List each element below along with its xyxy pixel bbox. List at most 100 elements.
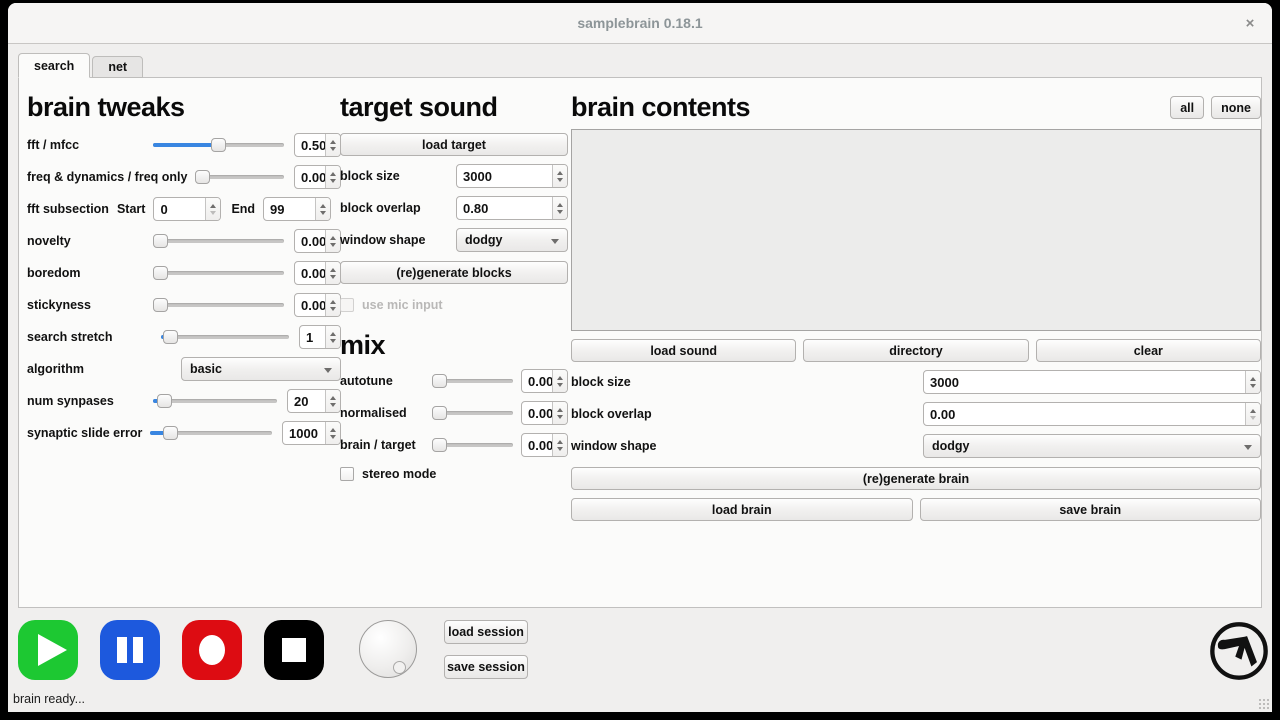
freq-dynamics-value[interactable]: 0.00 xyxy=(295,166,325,188)
spin-up-icon[interactable] xyxy=(1250,409,1256,413)
pause-button[interactable] xyxy=(100,620,160,680)
brain-block-size-spinbox[interactable]: 3000 xyxy=(923,370,1261,394)
fft-end-spinbox[interactable]: 99 xyxy=(263,197,331,221)
stickyness-spinbox[interactable]: 0.00 xyxy=(294,293,341,317)
spin-up-icon[interactable] xyxy=(557,171,563,175)
spin-up-icon[interactable] xyxy=(330,140,336,144)
spin-up-icon[interactable] xyxy=(320,204,326,208)
brain-block-overlap-spinbox[interactable]: 0.00 xyxy=(923,402,1261,426)
spin-buttons[interactable] xyxy=(205,198,220,220)
autotune-value[interactable]: 0.00 xyxy=(522,370,552,392)
target-block-overlap-value[interactable]: 0.80 xyxy=(457,197,552,219)
spin-down-icon[interactable] xyxy=(1250,416,1256,420)
tab-net[interactable]: net xyxy=(92,56,143,78)
algorithm-dropdown[interactable]: basic xyxy=(181,357,341,381)
brain-target-value[interactable]: 0.00 xyxy=(522,434,552,456)
tab-search[interactable]: search xyxy=(18,53,90,78)
brain-block-size-value[interactable]: 3000 xyxy=(924,371,1245,393)
spin-buttons[interactable] xyxy=(1245,371,1260,393)
slider-handle[interactable] xyxy=(432,438,447,452)
target-block-overlap-spinbox[interactable]: 0.80 xyxy=(456,196,568,220)
num-synpases-spinbox[interactable]: 20 xyxy=(287,389,341,413)
spin-up-icon[interactable] xyxy=(210,204,216,208)
spin-up-icon[interactable] xyxy=(330,236,336,240)
stickyness-value[interactable]: 0.00 xyxy=(295,294,325,316)
load-target-button[interactable]: load target xyxy=(340,133,568,156)
synaptic-slide-error-value[interactable]: 1000 xyxy=(283,422,325,444)
spin-buttons[interactable] xyxy=(325,422,340,444)
save-session-button[interactable]: save session xyxy=(444,655,528,679)
fft-mfcc-slider[interactable] xyxy=(153,137,284,153)
synaptic-slide-error-spinbox[interactable]: 1000 xyxy=(282,421,341,445)
spin-up-icon[interactable] xyxy=(557,440,563,444)
spin-down-icon[interactable] xyxy=(557,447,563,451)
spin-buttons[interactable] xyxy=(552,370,567,392)
autotune-spinbox[interactable]: 0.00 xyxy=(521,369,568,393)
fft-start-spinbox[interactable]: 0 xyxy=(153,197,221,221)
spin-down-icon[interactable] xyxy=(1250,384,1256,388)
brain-target-slider[interactable] xyxy=(432,437,513,453)
spin-down-icon[interactable] xyxy=(210,211,216,215)
novelty-spinbox[interactable]: 0.00 xyxy=(294,229,341,253)
spin-buttons[interactable] xyxy=(325,134,340,156)
target-window-shape-dropdown[interactable]: dodgy xyxy=(456,228,568,252)
freq-dynamics-spinbox[interactable]: 0.00 xyxy=(294,165,341,189)
freq-dynamics-slider[interactable] xyxy=(195,169,284,185)
spin-up-icon[interactable] xyxy=(557,203,563,207)
spin-down-icon[interactable] xyxy=(330,435,336,439)
slider-handle[interactable] xyxy=(163,426,178,440)
target-block-size-spinbox[interactable]: 3000 xyxy=(456,164,568,188)
spin-up-icon[interactable] xyxy=(1250,377,1256,381)
clear-button[interactable]: clear xyxy=(1036,339,1261,362)
fft-start-value[interactable]: 0 xyxy=(154,198,205,220)
load-sound-button[interactable]: load sound xyxy=(571,339,796,362)
normalised-slider[interactable] xyxy=(432,405,513,421)
novelty-slider[interactable] xyxy=(153,233,284,249)
slider-handle[interactable] xyxy=(153,266,168,280)
boredom-slider[interactable] xyxy=(153,265,284,281)
spin-down-icon[interactable] xyxy=(557,178,563,182)
directory-button[interactable]: directory xyxy=(803,339,1028,362)
spin-down-icon[interactable] xyxy=(330,243,336,247)
fft-mfcc-value[interactable]: 0.50 xyxy=(295,134,325,156)
search-stretch-slider[interactable] xyxy=(161,329,289,345)
brain-window-shape-dropdown[interactable]: dodgy xyxy=(923,434,1261,458)
spin-up-icon[interactable] xyxy=(330,172,336,176)
spin-up-icon[interactable] xyxy=(557,408,563,412)
target-block-size-value[interactable]: 3000 xyxy=(457,165,552,187)
spin-down-icon[interactable] xyxy=(557,383,563,387)
spin-buttons[interactable] xyxy=(552,197,567,219)
spin-buttons[interactable] xyxy=(552,402,567,424)
spin-up-icon[interactable] xyxy=(330,268,336,272)
spin-down-icon[interactable] xyxy=(330,339,336,343)
brain-target-spinbox[interactable]: 0.00 xyxy=(521,433,568,457)
select-none-button[interactable]: none xyxy=(1211,96,1261,119)
spin-up-icon[interactable] xyxy=(557,376,563,380)
spin-down-icon[interactable] xyxy=(330,275,336,279)
spin-down-icon[interactable] xyxy=(330,307,336,311)
synaptic-slide-error-slider[interactable] xyxy=(150,425,272,441)
stereo-mode-checkbox[interactable] xyxy=(340,467,354,481)
stickyness-slider[interactable] xyxy=(153,297,284,313)
spin-buttons[interactable] xyxy=(325,326,340,348)
slider-handle[interactable] xyxy=(195,170,210,184)
spin-up-icon[interactable] xyxy=(330,428,336,432)
num-synpases-value[interactable]: 20 xyxy=(288,390,325,412)
save-brain-button[interactable]: save brain xyxy=(920,498,1262,521)
spin-down-icon[interactable] xyxy=(557,210,563,214)
spin-up-icon[interactable] xyxy=(330,300,336,304)
spin-buttons[interactable] xyxy=(325,262,340,284)
search-stretch-spinbox[interactable]: 1 xyxy=(299,325,341,349)
spin-down-icon[interactable] xyxy=(330,179,336,183)
boredom-spinbox[interactable]: 0.00 xyxy=(294,261,341,285)
slider-handle[interactable] xyxy=(432,374,447,388)
spin-down-icon[interactable] xyxy=(557,415,563,419)
close-icon[interactable]: × xyxy=(1240,14,1260,34)
slider-handle[interactable] xyxy=(153,298,168,312)
spin-down-icon[interactable] xyxy=(330,147,336,151)
slider-handle[interactable] xyxy=(432,406,447,420)
spin-up-icon[interactable] xyxy=(330,396,336,400)
play-button[interactable] xyxy=(18,620,78,680)
regenerate-blocks-button[interactable]: (re)generate blocks xyxy=(340,261,568,284)
normalised-value[interactable]: 0.00 xyxy=(522,402,552,424)
